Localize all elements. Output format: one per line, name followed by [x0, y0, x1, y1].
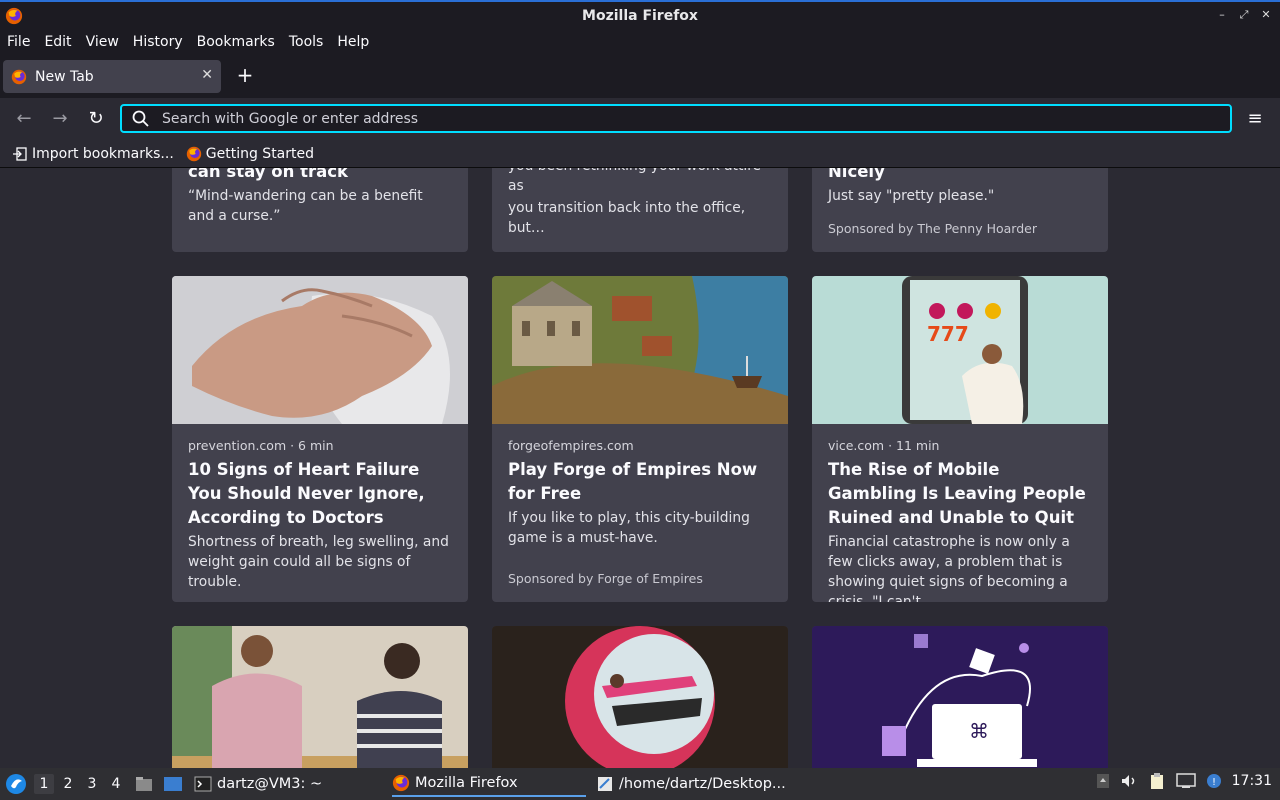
sponsor-label: Sponsored by The Penny Hoarder	[828, 221, 1037, 236]
story-source: prevention.com · 6 min	[188, 438, 334, 453]
tab-new-tab[interactable]: New Tab ✕	[3, 60, 221, 93]
workspace-4-button[interactable]: 4	[106, 774, 126, 794]
show-desktop-icon[interactable]	[163, 775, 183, 793]
address-input[interactable]	[162, 110, 1230, 127]
story-card[interactable]: 777 vice.com · 11 min The Rise of Mobile…	[812, 276, 1108, 602]
terminal-icon	[194, 776, 212, 792]
menu-file[interactable]: File	[7, 34, 30, 50]
search-icon	[132, 110, 149, 127]
new-tab-content: can stay on track “Mind-wandering can be…	[0, 168, 1280, 768]
editor-app-label: /home/dartz/Desktop...	[619, 776, 786, 792]
close-window-button[interactable]: ✕	[1260, 8, 1272, 22]
clock: 17:31	[1231, 773, 1272, 789]
workspace-2-button[interactable]: 2	[58, 774, 78, 794]
menu-history[interactable]: History	[133, 34, 183, 50]
clipboard-icon[interactable]	[1148, 772, 1166, 790]
taskbar-terminal-app[interactable]: dartz@VM3: ~	[194, 771, 322, 797]
story-excerpt: Shortness of breath, leg swelling, and w…	[188, 534, 449, 590]
laptop-illustration-thumbnail: ⌘	[812, 626, 1108, 768]
firefox-logo-icon	[5, 7, 23, 25]
mobile-gambling-thumbnail: 777	[812, 276, 1108, 424]
navigation-bar: ← → ↻ ≡	[0, 98, 1280, 140]
forward-button[interactable]: →	[49, 108, 71, 130]
tab-label: New Tab	[35, 68, 94, 85]
import-bookmarks-label: Import bookmarks...	[32, 145, 174, 162]
update-notifier-icon[interactable]: !	[1206, 773, 1222, 789]
menu-view[interactable]: View	[86, 34, 119, 50]
system-taskbar: 1 2 3 4 dartz@VM3: ~ Mozilla Firefox /ho…	[0, 768, 1280, 800]
import-icon	[13, 146, 27, 161]
couple-cafe-thumbnail	[172, 626, 468, 768]
text-editor-icon	[598, 777, 612, 791]
back-button[interactable]: ←	[13, 108, 35, 130]
start-menu-icon[interactable]	[4, 772, 28, 796]
workspace-3-button[interactable]: 3	[82, 774, 102, 794]
sponsored-card[interactable]: Nicely Just say "pretty please." Sponsor…	[812, 168, 1108, 252]
story-excerpt: you been rethinking your work attire as	[508, 168, 761, 194]
story-card[interactable]: you been rethinking your work attire as …	[492, 168, 788, 252]
svg-text:!: !	[1212, 777, 1216, 788]
maximize-button[interactable]: ⤢	[1238, 8, 1250, 22]
story-card[interactable]	[492, 626, 788, 768]
story-headline: 10 Signs of Heart Failure You Should Nev…	[188, 460, 425, 527]
story-excerpt: If you like to play, this city-building …	[508, 510, 750, 546]
window-titlebar: Mozilla Firefox – ⤢ ✕	[0, 0, 1280, 29]
taskbar-firefox-app[interactable]: Mozilla Firefox	[392, 771, 586, 797]
svg-text:⌘: ⌘	[969, 719, 989, 743]
story-card[interactable]: ⌘	[812, 626, 1108, 768]
system-tray: ! 17:31	[1096, 772, 1272, 790]
terminal-app-label: dartz@VM3: ~	[217, 776, 323, 792]
story-headline: Play Forge of Empires Now for Free	[508, 460, 758, 503]
taskbar-editor-app[interactable]: /home/dartz/Desktop...	[596, 771, 786, 797]
story-headline: The Rise of Mobile Gambling Is Leaving P…	[828, 460, 1086, 527]
story-card[interactable]	[172, 626, 468, 768]
story-source: forgeofempires.com	[508, 438, 634, 453]
sponsored-card[interactable]: forgeofempires.com Play Forge of Empires…	[492, 276, 788, 602]
menu-bookmarks[interactable]: Bookmarks	[197, 34, 275, 50]
firefox-bookmark-icon	[186, 146, 201, 161]
story-headline: Nicely	[828, 168, 885, 181]
story-headline: can stay on track	[188, 168, 348, 181]
story-source: vice.com · 11 min	[828, 438, 940, 453]
file-manager-icon[interactable]	[135, 775, 153, 793]
window-title: Mozilla Firefox	[582, 7, 698, 24]
bookmarks-toolbar: Import bookmarks... Getting Started	[0, 140, 1280, 168]
story-card[interactable]: prevention.com · 6 min 10 Signs of Heart…	[172, 276, 468, 602]
url-bar[interactable]	[120, 104, 1232, 133]
tab-strip: New Tab ✕	[0, 55, 1280, 98]
sponsor-label: Sponsored by Forge of Empires	[508, 571, 703, 586]
story-card[interactable]: can stay on track “Mind-wandering can be…	[172, 168, 468, 252]
story-excerpt: “Mind-wandering can be a benefit and a c…	[188, 188, 423, 224]
new-tab-button[interactable]: +	[234, 64, 256, 86]
app-menu-button[interactable]: ≡	[1246, 108, 1264, 130]
firefox-app-label: Mozilla Firefox	[415, 775, 518, 791]
getting-started-item[interactable]: Getting Started	[186, 146, 314, 162]
menu-help[interactable]: Help	[337, 34, 369, 50]
abstract-figure-thumbnail	[492, 626, 788, 768]
tray-scroll-icon[interactable]	[1096, 773, 1110, 789]
menu-bar: File Edit View History Bookmarks Tools H…	[0, 29, 1280, 55]
story-excerpt: Just say "pretty please."	[828, 188, 995, 204]
tab-close-icon[interactable]: ✕	[201, 67, 213, 83]
reload-button[interactable]: ↻	[85, 108, 107, 130]
volume-icon[interactable]	[1120, 773, 1138, 789]
menu-edit[interactable]: Edit	[44, 34, 71, 50]
svg-text:777: 777	[927, 322, 969, 346]
story-excerpt: Financial catastrophe is now only a few …	[828, 534, 1070, 602]
firefox-taskbar-icon	[392, 774, 410, 792]
network-icon[interactable]	[1175, 773, 1196, 789]
import-bookmarks-item[interactable]: Import bookmarks...	[12, 146, 174, 162]
firefox-tab-icon	[11, 69, 27, 84]
menu-tools[interactable]: Tools	[289, 34, 324, 50]
minimize-button[interactable]: –	[1216, 8, 1228, 22]
getting-started-label: Getting Started	[205, 145, 315, 162]
heart-failure-thumbnail	[172, 276, 468, 424]
workspace-1-button[interactable]: 1	[34, 774, 54, 794]
story-excerpt: you transition back into the office, but…	[508, 200, 746, 236]
forge-of-empires-thumbnail	[492, 276, 788, 424]
